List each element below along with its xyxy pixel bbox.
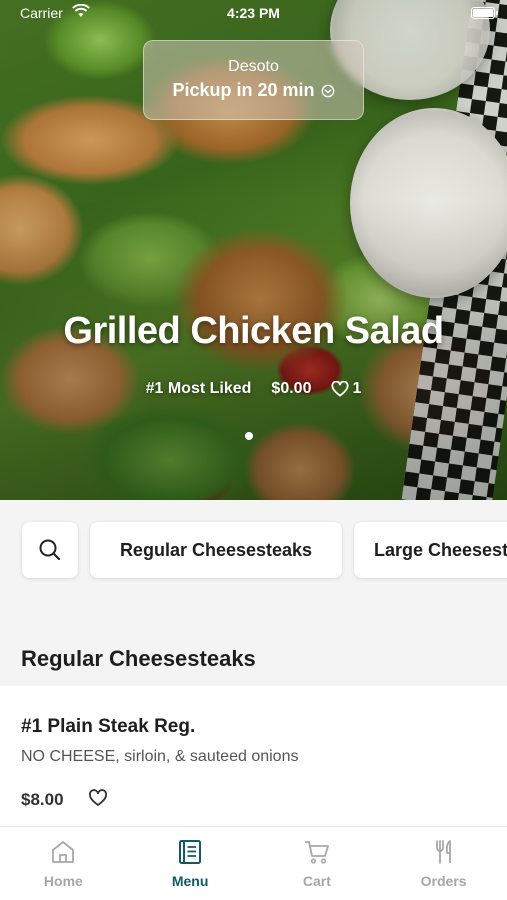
tab-orders[interactable]: Orders bbox=[380, 827, 507, 900]
battery-icon bbox=[471, 7, 498, 19]
tab-menu[interactable]: Menu bbox=[127, 827, 254, 900]
cart-icon bbox=[304, 841, 329, 864]
menu-book-icon bbox=[179, 840, 202, 864]
menu-item-card[interactable]: #1 Plain Steak Reg. NO CHEESE, sirloin, … bbox=[0, 686, 507, 826]
category-chip-large-cheesesteaks[interactable]: Large Cheesesteaks bbox=[354, 522, 507, 578]
tab-home[interactable]: Home bbox=[0, 827, 127, 900]
menu-item-name: #1 Plain Steak Reg. bbox=[21, 716, 196, 737]
status-bar: Carrier 4:23 PM bbox=[0, 0, 507, 28]
tab-menu-label: Menu bbox=[171, 873, 209, 889]
location-name: Desoto bbox=[228, 58, 279, 75]
tab-orders-label: Orders bbox=[420, 873, 467, 889]
search-icon bbox=[39, 539, 61, 561]
like-count-value: 1 bbox=[352, 380, 362, 397]
search-button[interactable] bbox=[22, 522, 78, 578]
chevron-down-circle-icon bbox=[321, 84, 334, 97]
pickup-row: Pickup in 20 min bbox=[144, 80, 363, 101]
menu-item-description: NO CHEESE, sirloin, & sauteed onions bbox=[21, 748, 299, 765]
category-chip-row[interactable]: Regular Cheesesteaks Large Cheesesteaks bbox=[0, 500, 507, 620]
category-chip-regular-cheesesteaks[interactable]: Regular Cheesesteaks bbox=[90, 522, 342, 578]
pickup-time: Pickup in 20 min bbox=[172, 80, 315, 100]
featured-item-price: $0.00 bbox=[271, 380, 312, 397]
bottom-tab-bar: Home Menu Cart Orders bbox=[0, 826, 507, 900]
featured-item-meta: #1 Most Liked $0.00 1 bbox=[0, 380, 507, 398]
hero-banner[interactable]: Carrier 4:23 PM Desoto Pickup in 20 min … bbox=[0, 0, 507, 500]
home-icon bbox=[52, 841, 75, 863]
heart-icon bbox=[332, 381, 349, 397]
clock: 4:23 PM bbox=[227, 5, 280, 21]
most-liked-badge: #1 Most Liked bbox=[145, 380, 252, 397]
featured-item-title: Grilled Chicken Salad bbox=[63, 310, 444, 352]
tab-home-label: Home bbox=[43, 873, 83, 889]
tab-cart-label: Cart bbox=[302, 873, 331, 889]
section-heading: Regular Cheesesteaks bbox=[21, 646, 256, 671]
like-count[interactable]: 1 bbox=[331, 380, 361, 398]
carousel-page-indicator bbox=[245, 432, 253, 440]
location-selector[interactable]: Desoto Pickup in 20 min bbox=[143, 40, 364, 120]
menu-item-price: $8.00 bbox=[21, 790, 64, 809]
heart-icon[interactable] bbox=[88, 789, 108, 807]
utensils-icon bbox=[435, 840, 451, 864]
tab-cart[interactable]: Cart bbox=[254, 827, 381, 900]
